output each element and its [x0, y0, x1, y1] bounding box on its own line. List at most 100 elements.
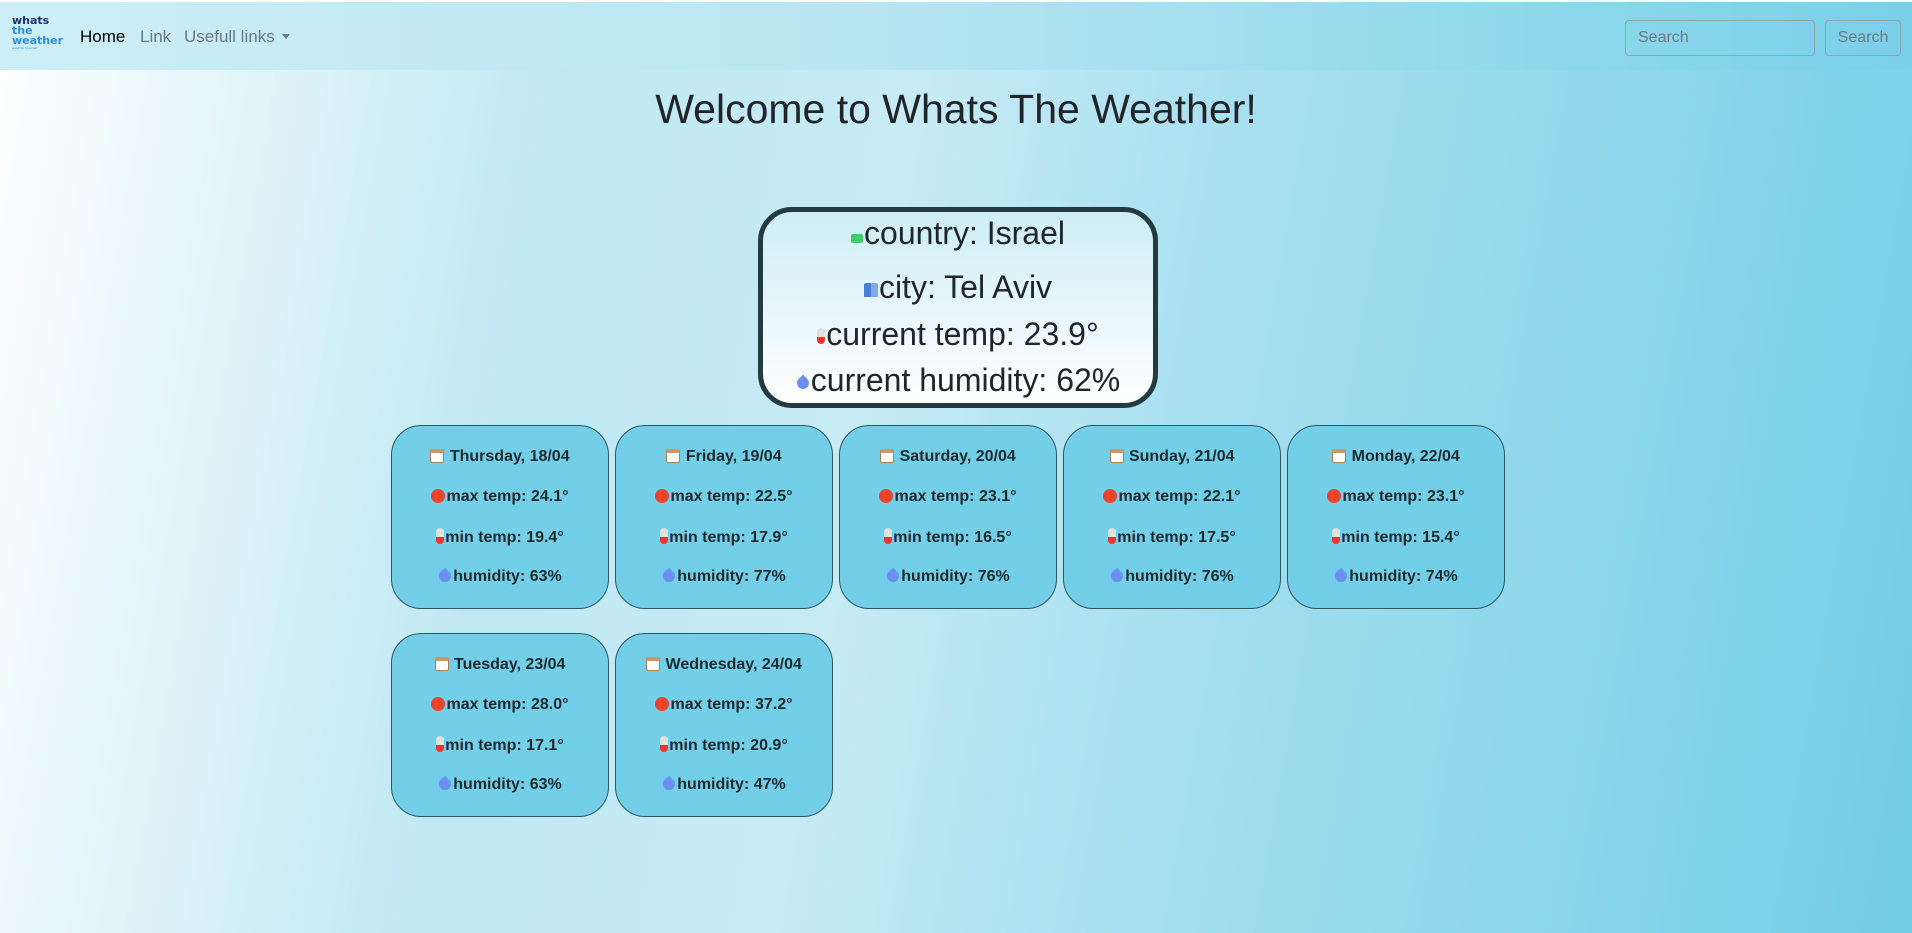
page-title: Welcome to Whats The Weather! — [655, 86, 1257, 132]
forecast-min-temp: min temp: 19.4° — [392, 528, 608, 547]
hot-icon — [1103, 489, 1118, 503]
current-temp: current temp: 23.9° — [763, 316, 1153, 353]
map-icon — [851, 234, 864, 243]
forecast-card: Monday, 22/04 max temp: 23.1° min temp: … — [1287, 425, 1505, 609]
thermometer-icon — [436, 528, 445, 544]
forecast-max-text: max temp: 24.1° — [446, 488, 569, 505]
forecast-min-temp: min temp: 17.9° — [616, 528, 832, 547]
forecast-date-text: Friday, 19/04 — [685, 448, 782, 465]
forecast-max-temp: max temp: 22.5° — [616, 488, 832, 506]
droplet-icon — [660, 567, 678, 585]
forecast-max-temp: max temp: 24.1° — [392, 488, 608, 506]
brand-tagline: weather forecast — [12, 46, 38, 50]
calendar-icon — [666, 449, 681, 463]
forecast-max-text: max temp: 37.2° — [670, 696, 793, 713]
navbar: whats the weather weather forecast Home … — [0, 2, 1912, 70]
calendar-icon — [646, 657, 661, 671]
thermometer-icon — [1332, 528, 1341, 544]
current-humidity-text: current humidity: 62% — [810, 362, 1121, 398]
forecast-min-temp: min temp: 16.5° — [840, 528, 1056, 547]
forecast-max-text: max temp: 22.1° — [1118, 488, 1241, 505]
current-country-text: country: Israel — [864, 215, 1065, 251]
forecast-max-temp: max temp: 22.1° — [1064, 488, 1280, 506]
forecast-date-text: Sunday, 21/04 — [1128, 448, 1235, 465]
forecast-min-text: min temp: 17.5° — [1117, 529, 1236, 546]
forecast-min-text: min temp: 17.1° — [445, 737, 564, 754]
forecast-min-temp: min temp: 17.1° — [392, 736, 608, 755]
thermometer-icon — [1108, 528, 1117, 544]
forecast-humidity: humidity: 76% — [840, 567, 1056, 586]
forecast-humidity-text: humidity: 47% — [677, 776, 786, 793]
forecast-date: Monday, 22/04 — [1288, 448, 1504, 466]
forecast-date: Sunday, 21/04 — [1064, 448, 1280, 466]
brand-logo[interactable]: whats the weather weather forecast — [12, 15, 63, 58]
forecast-max-temp: max temp: 23.1° — [840, 488, 1056, 506]
calendar-icon — [880, 449, 895, 463]
forecast-min-text: min temp: 17.9° — [669, 529, 788, 546]
forecast-max-temp: max temp: 37.2° — [616, 696, 832, 714]
thermometer-celsius-icon — [817, 328, 826, 344]
forecast-date-text: Saturday, 20/04 — [899, 448, 1016, 465]
forecast-humidity-text: humidity: 74% — [1349, 568, 1458, 585]
nav-useful-links-dropdown[interactable]: Usefull links — [184, 27, 290, 47]
current-humidity: current humidity: 62% — [763, 362, 1153, 399]
forecast-card: Wednesday, 24/04 max temp: 37.2° min tem… — [615, 633, 833, 817]
forecast-min-text: min temp: 15.4° — [1341, 529, 1460, 546]
droplet-icon — [794, 374, 812, 392]
droplet-icon — [1332, 567, 1350, 585]
droplet-icon — [660, 775, 678, 793]
search-input[interactable] — [1625, 20, 1815, 56]
thermometer-icon — [660, 528, 669, 544]
forecast-min-text: min temp: 16.5° — [893, 529, 1012, 546]
forecast-humidity-text: humidity: 76% — [901, 568, 1010, 585]
forecast-date: Saturday, 20/04 — [840, 448, 1056, 466]
hot-icon — [655, 489, 670, 503]
forecast-card: Tuesday, 23/04 max temp: 28.0° min temp:… — [391, 633, 609, 817]
forecast-humidity: humidity: 76% — [1064, 567, 1280, 586]
current-city: city: Tel Aviv — [763, 269, 1153, 306]
thermometer-icon — [660, 736, 669, 752]
hot-icon — [1327, 489, 1342, 503]
forecast-min-text: min temp: 20.9° — [669, 737, 788, 754]
nav-home-link[interactable]: Home — [80, 27, 125, 47]
forecast-min-temp: min temp: 17.5° — [1064, 528, 1280, 547]
droplet-icon — [436, 567, 454, 585]
forecast-humidity-text: humidity: 63% — [453, 776, 562, 793]
forecast-max-text: max temp: 23.1° — [1342, 488, 1465, 505]
forecast-max-text: max temp: 22.5° — [670, 488, 793, 505]
forecast-humidity: humidity: 63% — [392, 775, 608, 794]
forecast-date-text: Wednesday, 24/04 — [665, 656, 802, 673]
forecast-date: Wednesday, 24/04 — [616, 656, 832, 674]
forecast-humidity-text: humidity: 77% — [677, 568, 786, 585]
current-weather-card: country: Israel city: Tel Aviv current t… — [758, 207, 1158, 408]
forecast-date: Thursday, 18/04 — [392, 448, 608, 466]
forecast-card: Friday, 19/04 max temp: 22.5° min temp: … — [615, 425, 833, 609]
hot-icon — [879, 489, 894, 503]
forecast-min-temp: min temp: 15.4° — [1288, 528, 1504, 547]
forecast-card: Thursday, 18/04 max temp: 24.1° min temp… — [391, 425, 609, 609]
forecast-humidity: humidity: 63% — [392, 567, 608, 586]
thermometer-icon — [884, 528, 893, 544]
droplet-icon — [1108, 567, 1126, 585]
calendar-icon — [1332, 449, 1347, 463]
forecast-date: Friday, 19/04 — [616, 448, 832, 466]
droplet-icon — [436, 775, 454, 793]
chevron-down-icon — [281, 34, 290, 39]
forecast-humidity: humidity: 77% — [616, 567, 832, 586]
forecast-humidity-text: humidity: 63% — [453, 568, 562, 585]
useful-links-label: Usefull links — [184, 27, 275, 46]
current-temp-text: current temp: 23.9° — [826, 316, 1099, 352]
calendar-icon — [430, 449, 445, 463]
city-icon — [863, 283, 878, 297]
search-button[interactable]: Search — [1825, 20, 1901, 56]
forecast-humidity: humidity: 47% — [616, 775, 832, 794]
hot-icon — [655, 697, 670, 711]
hot-icon — [431, 697, 446, 711]
forecast-date-text: Tuesday, 23/04 — [453, 656, 566, 673]
nav-link[interactable]: Link — [140, 27, 171, 47]
forecast-min-temp: min temp: 20.9° — [616, 736, 832, 755]
forecast-max-text: max temp: 28.0° — [446, 696, 569, 713]
forecast-humidity: humidity: 74% — [1288, 567, 1504, 586]
thermometer-icon — [436, 736, 445, 752]
current-city-text: city: Tel Aviv — [878, 269, 1053, 305]
